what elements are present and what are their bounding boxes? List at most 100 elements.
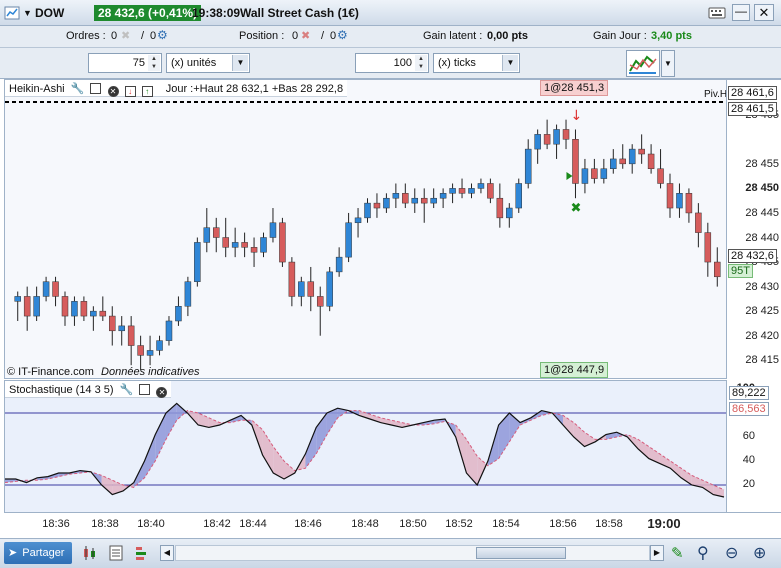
latent-gain-label: Gain latent : [423, 30, 483, 42]
bars-icon[interactable] [135, 545, 151, 561]
quantity-unit-value: (x) unités [171, 57, 217, 69]
order-tag-bottom[interactable]: 1@28 447,9 [540, 362, 609, 378]
arrow-down-icon[interactable]: ↓ [124, 86, 136, 97]
draw-tool-icon[interactable]: ✎ [671, 544, 684, 562]
title-bar: ▼ DOW 28 432,6 (+0,41%) 19:38:09 Wall St… [0, 0, 781, 26]
distance-value: 100 [393, 57, 412, 69]
candle-body [411, 197, 419, 204]
position-info-bar: Ordres : 0 ✖ / 0 ⚙ Position : 0 ✖ / 0 ⚙ … [0, 26, 781, 48]
orders-settings-icon[interactable]: ⚙ [157, 28, 168, 42]
orders-cancel-icon[interactable]: ✖ [121, 29, 130, 42]
scrollbar-thumb[interactable] [476, 547, 566, 559]
stoch-fill-segment [638, 439, 649, 459]
chart-area: ↓ ✖ Heikin-Ashi 🔧 ✕ ↓ ↑ Jour :+Haut 28 63… [0, 79, 781, 538]
close-icon[interactable]: ✕ [156, 387, 168, 398]
position-count-b: 0 [330, 30, 337, 42]
time-axis: 18:36 18:38 18:40 18:42 18:44 18:46 18:48 18:50… [4, 513, 727, 538]
scroll-right-button[interactable]: ▶ [650, 545, 664, 561]
orders-separator: / [141, 30, 145, 42]
clock: 19:38:09 [192, 6, 241, 20]
distance-stepper[interactable]: ▲ ▼ [415, 55, 427, 71]
keyboard-icon[interactable] [708, 6, 726, 20]
zoom-fit-icon[interactable]: ⚲ [697, 543, 709, 563]
stoch-d-line [5, 410, 725, 491]
candle-body [137, 345, 144, 356]
candle-body [487, 183, 494, 199]
bottom-toolbar: ➤ Partager ◀ ▶ ✎ ⚲ ⊖ ⊕ [0, 538, 781, 568]
wrench-icon[interactable]: 🔧 [120, 384, 134, 396]
list-icon[interactable] [108, 545, 124, 561]
price-tick-label: 28 445 [745, 206, 779, 219]
candle-body [714, 261, 721, 278]
candle-body [392, 193, 400, 199]
wrench-icon[interactable]: 🔧 [71, 83, 85, 95]
candle-body [298, 281, 305, 297]
share-label: Partager [22, 547, 65, 559]
candle-body [175, 306, 182, 322]
order-tag-top[interactable]: 1@28 451,3 [540, 80, 609, 96]
zoom-in-icon[interactable]: ⊕ [753, 543, 766, 563]
app-menu-icon[interactable] [4, 5, 20, 21]
candle-body [704, 232, 712, 263]
candle-body [52, 281, 59, 297]
instrument-dropdown-icon[interactable]: ▼ [23, 8, 32, 18]
candle-body [203, 227, 211, 243]
close-icon[interactable]: ✕ [107, 86, 119, 97]
time-tick-label: 18:36 [42, 518, 70, 530]
candle-body [231, 242, 239, 248]
candle-body [212, 227, 220, 238]
time-tick-label: 18:58 [595, 518, 623, 530]
candle-body [307, 281, 315, 297]
orders-label: Ordres : [66, 30, 106, 42]
pivot-price-tag: 28 461,6 [728, 86, 777, 100]
orders-count-a: 0 [111, 30, 118, 42]
distance-unit-select[interactable]: (x) ticks ▼ [433, 53, 520, 73]
zoom-out-icon[interactable]: ⊖ [725, 543, 738, 563]
window-icon[interactable] [139, 384, 151, 395]
horizontal-scrollbar[interactable] [175, 545, 650, 561]
candle-body [468, 188, 475, 194]
countdown-tag: 95T [728, 264, 753, 278]
quantity-unit-select[interactable]: (x) unités ▼ [166, 53, 250, 73]
candle-body [222, 237, 229, 248]
instrument-label[interactable]: DOW [35, 6, 64, 20]
quantity-input[interactable]: 75 ▲ ▼ [88, 53, 162, 73]
time-tick-label: 18:44 [239, 518, 267, 530]
chart-tools-dropdown[interactable]: ▼ [661, 50, 675, 77]
price-scale[interactable]: 28 46528 45528 45028 44528 44028 43528 4… [727, 79, 781, 379]
stochastic-scale[interactable]: 1008060402089,22286,563 [727, 380, 781, 513]
arrow-up-icon[interactable]: ↑ [141, 86, 153, 97]
price-panel-header: Heikin-Ashi 🔧 ✕ ↓ ↑ Jour :+Haut 28 632,1… [5, 80, 348, 97]
window-icon[interactable] [90, 83, 102, 94]
order-entry-bar: 75 ▲ ▼ (x) unités ▼ 100 ▲ ▼ (x) ticks ▼ ▼ [0, 48, 781, 79]
position-close-icon[interactable]: ✖ [301, 29, 310, 42]
orders-count-b: 0 [150, 30, 157, 42]
candle-body [524, 148, 532, 184]
candle-body [127, 325, 135, 346]
candle-body [156, 340, 163, 351]
scroll-left-button[interactable]: ◀ [160, 545, 174, 561]
stochastic-chart [5, 402, 726, 498]
candle-body [591, 168, 598, 179]
candle-body [458, 188, 466, 194]
distance-input[interactable]: 100 ▲ ▼ [355, 53, 429, 73]
price-tick-label: 28 415 [745, 354, 779, 367]
close-button[interactable]: ✕ [754, 4, 774, 21]
quantity-value: 75 [132, 57, 145, 69]
candle-body [23, 296, 31, 317]
candles-icon[interactable] [82, 545, 98, 561]
candle-body [619, 158, 626, 165]
time-tick-label: 19:00 [647, 516, 681, 531]
candle-body [420, 197, 428, 204]
stoch-fill-segment [101, 475, 113, 495]
quantity-stepper[interactable]: ▲ ▼ [148, 55, 160, 71]
share-button[interactable]: ➤ Partager [4, 542, 72, 564]
minimize-button[interactable]: — [732, 4, 750, 21]
chart-tools-button[interactable] [626, 50, 660, 77]
price-tick-label: 28 440 [745, 231, 779, 244]
position-settings-icon[interactable]: ⚙ [337, 28, 348, 42]
price-pane[interactable]: ↓ ✖ Heikin-Ashi 🔧 ✕ ↓ ↑ Jour :+Haut 28 63… [4, 79, 727, 379]
stochastic-pane[interactable]: Stochastique (14 3 5) 🔧 ✕ [4, 380, 727, 513]
candle-body [628, 148, 636, 165]
exit-marker-icon: ✖ [570, 201, 581, 216]
